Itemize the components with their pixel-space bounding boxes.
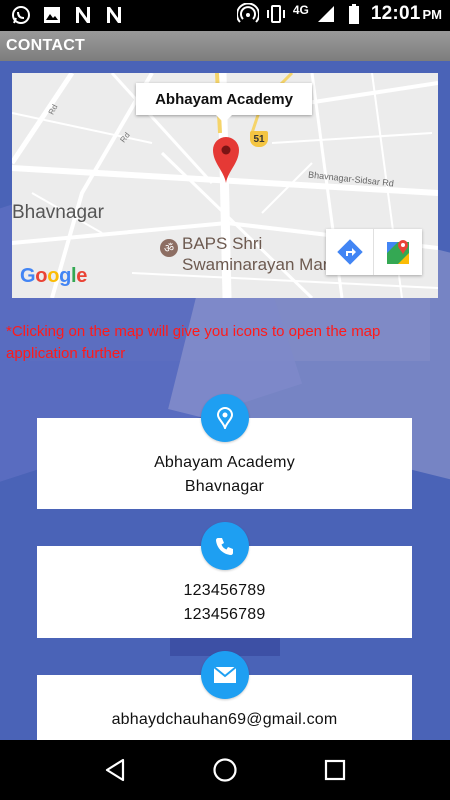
poi-line: BAPS Shri [182, 234, 263, 253]
clock: 12:01 PM [371, 3, 442, 25]
location-icon[interactable] [201, 394, 249, 442]
recents-icon[interactable] [315, 750, 355, 790]
vibrate-icon [265, 3, 287, 25]
highway-shield: 51 [250, 131, 268, 147]
clock-time: 12:01 [370, 3, 421, 24]
contact-content[interactable]: Rd Rd Bhavnagar-Sidsar Rd Bhavnagar 51 ॐ… [0, 61, 450, 740]
directions-icon[interactable] [326, 229, 374, 275]
address-line: Abhayam Academy [154, 454, 295, 471]
google-logo: Google [20, 265, 88, 287]
map-city-label: Bhavnagar [12, 202, 104, 223]
map-pin-icon[interactable] [211, 135, 241, 185]
navigation-bar [0, 740, 450, 800]
image-icon [41, 4, 63, 26]
battery-icon [343, 3, 365, 25]
n-app-icon [72, 4, 94, 26]
temple-icon: ॐ [160, 239, 178, 257]
clock-ampm: PM [422, 7, 443, 22]
map-hint-text: *Clicking on the map will give you icons… [6, 323, 381, 362]
phone-number[interactable]: 123456789 [37, 579, 412, 603]
map-info-window[interactable]: Abhayam Academy [136, 83, 312, 123]
home-icon[interactable] [205, 750, 245, 790]
open-maps-icon[interactable] [374, 229, 422, 275]
map-toolbar [326, 229, 422, 275]
app-bar: CONTACT [0, 31, 450, 61]
map-view[interactable]: Rd Rd Bhavnagar-Sidsar Rd Bhavnagar 51 ॐ… [12, 73, 438, 298]
phone-icon[interactable] [201, 522, 249, 570]
address-line: Bhavnagar [184, 478, 265, 495]
phone-number[interactable]: 123456789 [37, 603, 412, 627]
whatsapp-icon [10, 4, 32, 26]
email-address[interactable]: abhaydchauhan69@gmail.com [37, 708, 412, 732]
map-poi[interactable]: ॐ BAPS Shri Swaminarayan Mandir [160, 233, 351, 275]
hotspot-icon [236, 3, 259, 25]
page-title: CONTACT [6, 37, 86, 54]
n-app-icon [103, 4, 125, 26]
back-icon[interactable] [95, 750, 135, 790]
signal-icon [315, 3, 337, 25]
status-bar: 4G 12:01 PM [0, 0, 450, 31]
mail-icon[interactable] [201, 651, 249, 699]
network-type: 4G [292, 3, 309, 17]
